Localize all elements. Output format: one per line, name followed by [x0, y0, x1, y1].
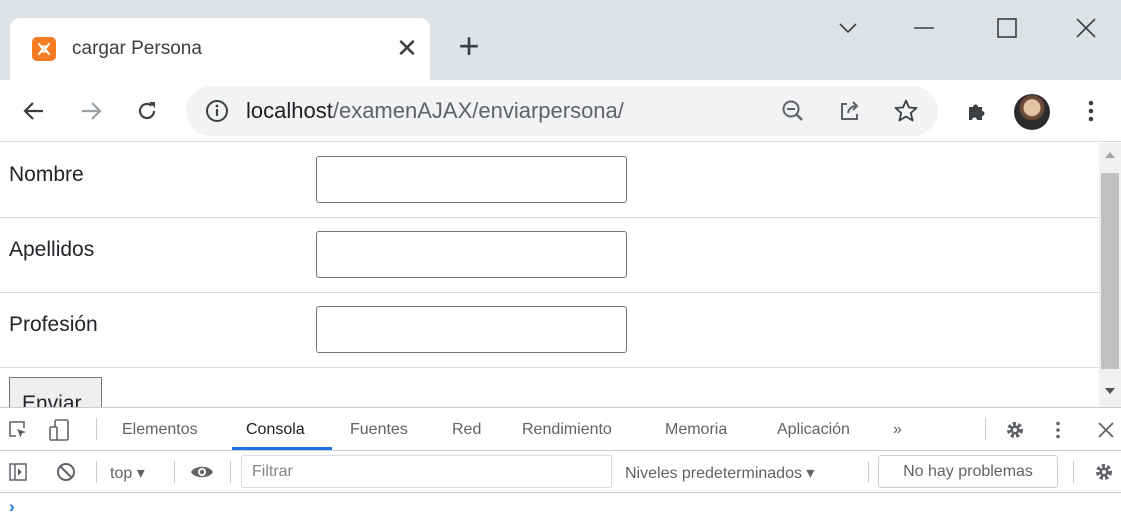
tab-aplicacion[interactable]: Aplicación	[777, 421, 850, 439]
console-filter-input[interactable]: Filtrar	[241, 455, 612, 488]
scroll-down-arrow-icon[interactable]	[1105, 388, 1115, 394]
sidebar-toggle-icon[interactable]	[6, 460, 30, 484]
tab-close-icon[interactable]: ✕	[390, 31, 424, 65]
menu-kebab-icon[interactable]	[1072, 92, 1110, 130]
separator	[96, 461, 97, 483]
console-prompt-chevron-icon[interactable]: ›	[9, 497, 15, 515]
separator	[174, 461, 175, 483]
url-path: /examenAJAX/enviarpersona/	[332, 98, 624, 123]
issues-button[interactable]: No hay problemas	[878, 455, 1058, 488]
xampp-favicon-icon	[32, 37, 56, 61]
tab-red[interactable]: Red	[452, 421, 481, 439]
separator	[1073, 461, 1074, 483]
separator	[985, 418, 986, 440]
browser-toolbar: localhost/examenAJAX/enviarpersona/	[0, 80, 1121, 142]
enviar-button[interactable]: Enviar	[9, 377, 102, 407]
back-arrow-icon[interactable]	[15, 92, 53, 130]
nombre-input[interactable]	[316, 156, 627, 203]
active-tab-indicator	[232, 447, 332, 450]
devtools-tab-bar: Elementos Consola Fuentes Red Rendimient…	[0, 408, 1121, 451]
tab-elementos[interactable]: Elementos	[122, 421, 198, 439]
maximize-icon[interactable]	[985, 10, 1029, 46]
tab-title: cargar Persona	[72, 38, 202, 59]
apellidos-label: Apellidos	[9, 238, 95, 261]
profile-avatar[interactable]	[1014, 94, 1050, 130]
forward-arrow-icon[interactable]	[72, 92, 110, 130]
console-filter-bar: top ▾ Filtrar Niveles predeterminados ▾ …	[0, 451, 1121, 493]
device-toolbar-icon[interactable]	[48, 418, 72, 442]
tab-search-chevron-down-icon[interactable]	[826, 10, 870, 46]
devtools-panel: Elementos Consola Fuentes Red Rendimient…	[0, 407, 1121, 515]
profesion-label: Profesión	[9, 313, 98, 336]
scroll-up-arrow-icon[interactable]	[1105, 152, 1115, 158]
browser-tab[interactable]: cargar Persona ✕	[10, 18, 430, 80]
log-levels-dropdown[interactable]: Niveles predeterminados ▾	[625, 463, 814, 483]
share-icon[interactable]	[837, 98, 863, 124]
new-tab-button[interactable]: +	[451, 28, 487, 65]
live-expression-eye-icon[interactable]	[188, 460, 216, 484]
minimize-icon[interactable]	[902, 10, 946, 46]
address-bar[interactable]: localhost/examenAJAX/enviarpersona/	[186, 86, 938, 136]
form-row-nombre: Nombre	[0, 143, 1099, 218]
zoom-out-icon[interactable]	[780, 98, 806, 124]
profesion-input[interactable]	[316, 306, 627, 353]
form-row-apellidos: Apellidos	[0, 218, 1099, 293]
nombre-label: Nombre	[9, 163, 84, 186]
devtools-close-icon[interactable]	[1094, 418, 1118, 442]
separator	[230, 461, 231, 483]
context-selector[interactable]: top ▾	[110, 463, 145, 483]
tab-memoria[interactable]: Memoria	[665, 421, 727, 439]
url-text[interactable]: localhost/examenAJAX/enviarpersona/	[246, 98, 624, 124]
url-host: localhost	[246, 98, 333, 123]
scroll-thumb[interactable]	[1101, 173, 1119, 369]
more-tabs-chevron-icon[interactable]: »	[893, 421, 902, 439]
customize-kebab-icon[interactable]	[1048, 418, 1068, 442]
form-row-profesion: Profesión	[0, 293, 1099, 368]
window-close-icon[interactable]	[1064, 10, 1108, 46]
tab-consola[interactable]: Consola	[246, 421, 305, 439]
page-scrollbar[interactable]	[1099, 143, 1121, 407]
tab-rendimiento[interactable]: Rendimiento	[522, 421, 612, 439]
apellidos-input[interactable]	[316, 231, 627, 278]
settings-gear-icon[interactable]	[1003, 418, 1027, 442]
extensions-puzzle-icon[interactable]	[958, 92, 996, 130]
separator	[96, 418, 97, 440]
tab-strip: cargar Persona ✕ +	[0, 0, 1121, 80]
inspect-element-icon[interactable]	[6, 418, 30, 442]
clear-console-icon[interactable]	[54, 460, 78, 484]
separator	[868, 461, 869, 483]
reload-icon[interactable]	[128, 92, 166, 130]
bookmark-star-icon[interactable]	[893, 98, 919, 124]
page-viewport: Nombre Apellidos Profesión Enviar	[0, 143, 1121, 407]
tab-fuentes[interactable]: Fuentes	[350, 421, 408, 439]
console-settings-gear-icon[interactable]	[1092, 460, 1116, 484]
site-info-icon[interactable]	[204, 98, 230, 124]
